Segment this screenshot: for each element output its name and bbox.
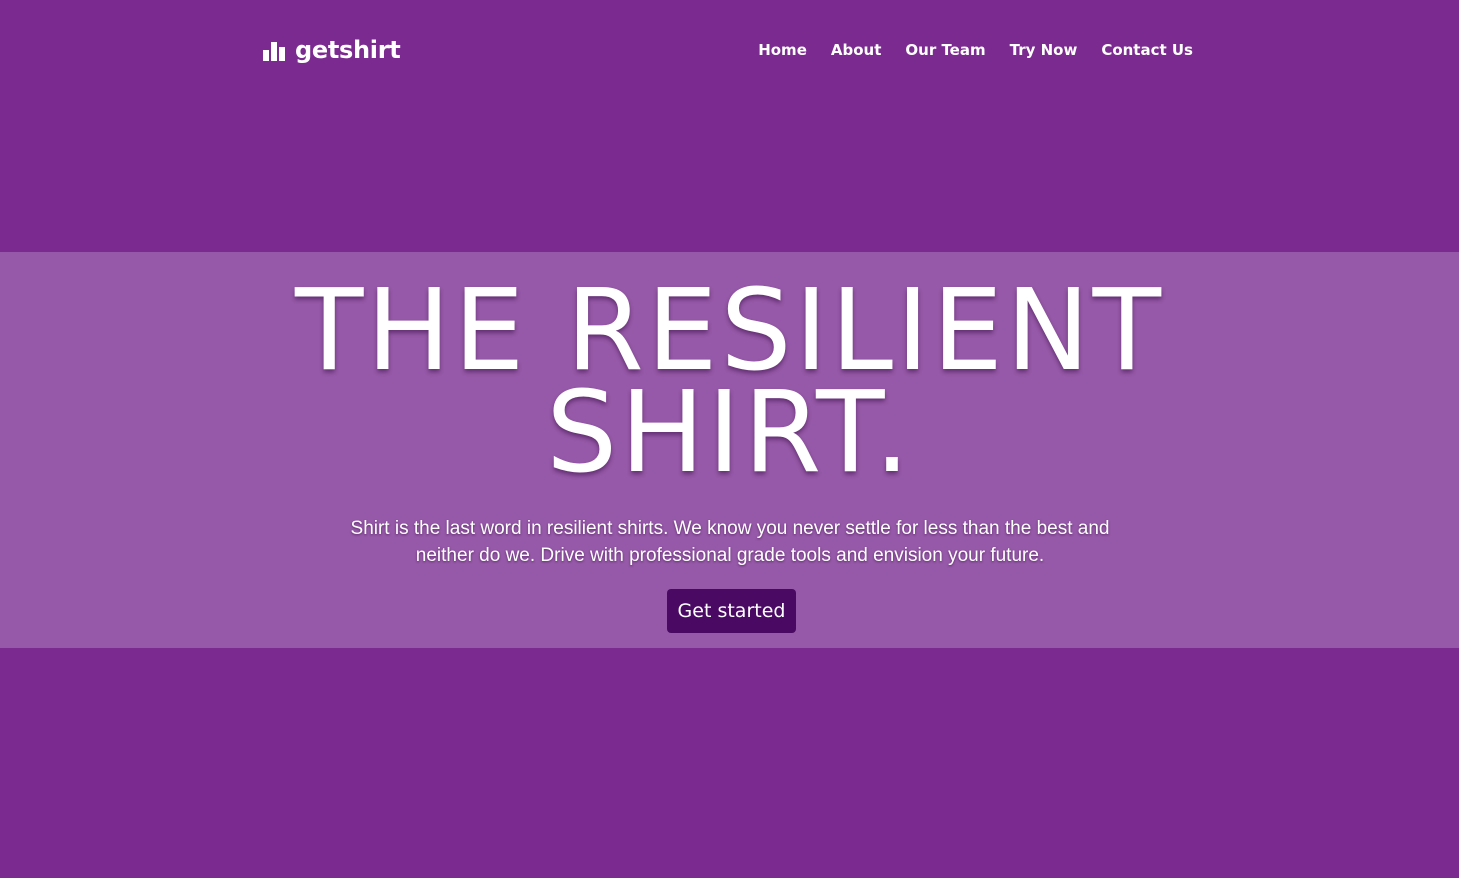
- nav-link-home[interactable]: Home: [758, 41, 807, 59]
- hero-headline: THE RESILIENT SHIRT.: [0, 266, 1459, 498]
- top-navbar: getshirt Home About Our Team Try Now Con…: [263, 36, 1193, 70]
- hero-headline-line1: THE RESILIENT: [294, 266, 1165, 396]
- brand-name: getshirt: [295, 36, 401, 64]
- hero-headline-line2: SHIRT.: [546, 368, 913, 498]
- hero-subtitle: Shirt is the last word in resilient shir…: [350, 518, 1110, 566]
- get-started-button[interactable]: Get started: [667, 589, 796, 633]
- nav-link-contact-us[interactable]: Contact Us: [1101, 41, 1193, 59]
- bar-chart-icon: [263, 39, 287, 61]
- nav-link-about[interactable]: About: [831, 41, 882, 59]
- brand-logo-link[interactable]: getshirt: [263, 36, 401, 64]
- nav-link-try-now[interactable]: Try Now: [1010, 41, 1078, 59]
- landing-page: getshirt Home About Our Team Try Now Con…: [0, 0, 1459, 878]
- nav-menu: Home About Our Team Try Now Contact Us: [758, 41, 1193, 59]
- nav-link-our-team[interactable]: Our Team: [905, 41, 985, 59]
